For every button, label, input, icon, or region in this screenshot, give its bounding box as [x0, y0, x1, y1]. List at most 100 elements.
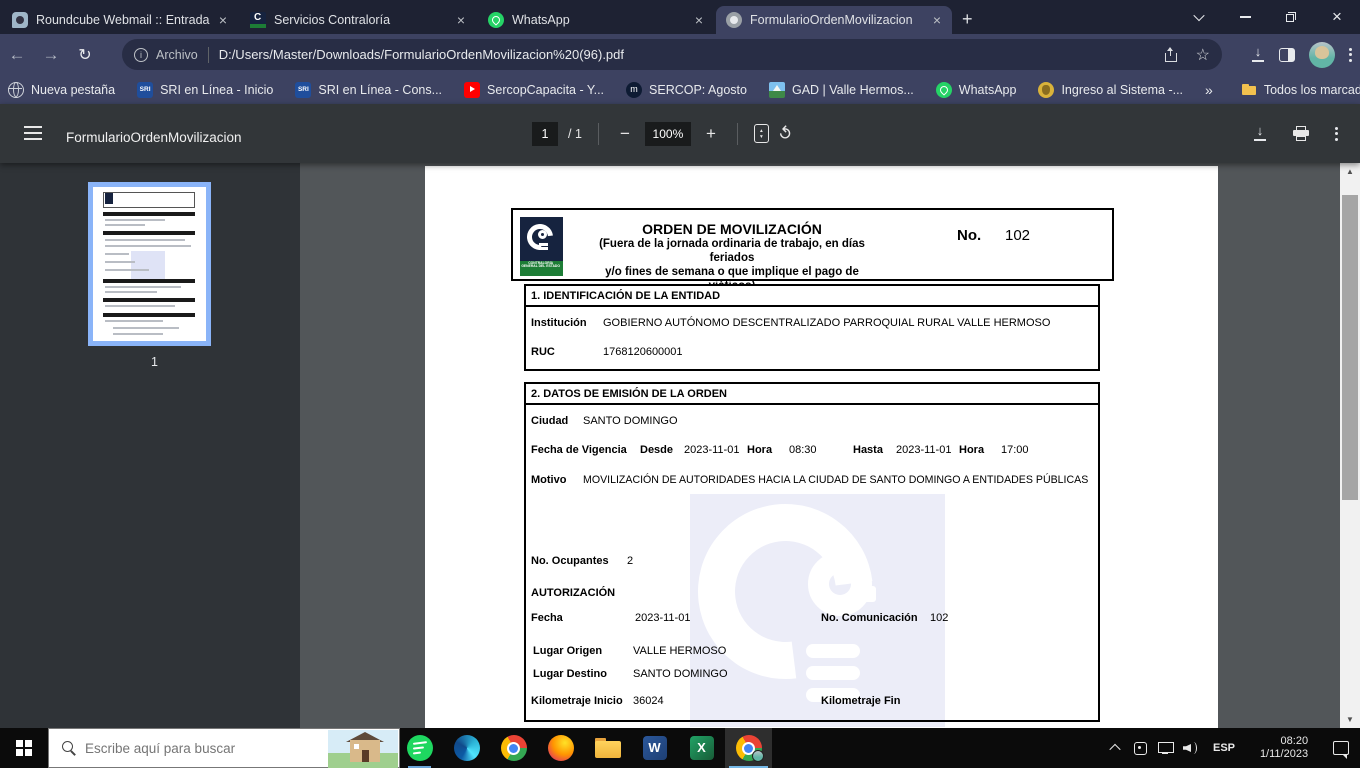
minimize-button[interactable]: [1222, 0, 1268, 34]
taskbar-spotify[interactable]: [396, 728, 443, 768]
tab-contraloria[interactable]: Servicios Contraloría ×: [240, 6, 476, 34]
close-button[interactable]: ×: [1314, 0, 1360, 34]
roundcube-icon: [12, 12, 28, 28]
start-button[interactable]: [0, 728, 48, 768]
firefox-icon: [548, 735, 574, 761]
rotate-icon[interactable]: ↺: [774, 121, 798, 145]
form-title: ORDEN DE MOVILIZACIÓN: [587, 221, 877, 237]
tab-close-icon[interactable]: ×: [216, 12, 230, 28]
all-bookmarks-button[interactable]: Todos los marcadores: [1241, 82, 1360, 98]
taskbar-chrome-active[interactable]: [725, 728, 772, 768]
bookmarks-overflow-icon[interactable]: »: [1205, 82, 1213, 98]
chrome-icon: [501, 735, 527, 761]
clock[interactable]: 08:20 1/11/2023: [1244, 728, 1324, 768]
bookmark-sercopcapacita[interactable]: SercopCapacita - Y...: [464, 82, 604, 98]
search-box-art: [328, 730, 398, 768]
forward-icon[interactable]: →: [34, 45, 68, 65]
tray-show-hidden-icons[interactable]: [1102, 728, 1128, 768]
pdf-toolbar: FormularioOrdenMovilizacion 1 / 1 − 100%…: [0, 104, 1360, 163]
cge-logo: CONTRALORÍA GENERAL DEL ESTADO: [520, 217, 563, 276]
address-bar[interactable]: i Archivo D:/Users/Master/Downloads/Form…: [122, 39, 1222, 70]
divider: [208, 47, 209, 63]
side-panel-icon[interactable]: [1279, 48, 1295, 62]
bookmark-star-icon[interactable]: ☆: [1196, 45, 1210, 65]
tab-close-icon[interactable]: ×: [930, 12, 944, 28]
pdf-viewer: 1 CONTRALORÍA GENERAL DEL ESTADO: [0, 163, 1360, 728]
tab-formulario-active[interactable]: FormularioOrdenMovilizacion ×: [716, 6, 952, 34]
taskbar-word[interactable]: W: [631, 728, 678, 768]
word-icon: W: [643, 736, 667, 760]
km-inicio-value: 36024: [633, 695, 664, 707]
tab-roundcube[interactable]: Roundcube Webmail :: Entrada ×: [2, 6, 238, 34]
km-fin-label: Kilometraje Fin: [821, 695, 900, 707]
taskbar-file-explorer[interactable]: [584, 728, 631, 768]
search-input[interactable]: [85, 741, 285, 756]
url-text[interactable]: D:/Users/Master/Downloads/FormularioOrde…: [219, 47, 1164, 62]
tab-whatsapp[interactable]: WhatsApp ×: [478, 6, 714, 34]
bookmark-sri-consultas[interactable]: SRI SRI en Línea - Cons...: [295, 82, 442, 98]
whatsapp-icon: [488, 12, 504, 28]
volume-icon[interactable]: [1178, 728, 1204, 768]
bookmark-whatsapp[interactable]: WhatsApp: [936, 82, 1017, 98]
sri-icon: SRI: [295, 82, 311, 98]
profile-avatar[interactable]: [1309, 42, 1335, 68]
scrollbar[interactable]: ▲ ▼: [1340, 163, 1360, 728]
back-icon[interactable]: ←: [0, 45, 34, 65]
bookmark-nueva-pestana[interactable]: Nueva pestaña: [8, 82, 115, 98]
tab-search-icon[interactable]: [1176, 0, 1222, 34]
youtube-icon: [464, 82, 480, 98]
zoom-in-icon[interactable]: +: [701, 124, 721, 144]
bookmark-ingreso-sistema[interactable]: Ingreso al Sistema -...: [1038, 82, 1183, 98]
hora1-label: Hora: [747, 444, 772, 456]
tab-close-icon[interactable]: ×: [454, 12, 468, 28]
pdf-download-icon[interactable]: ↓: [1253, 126, 1267, 141]
order-number-value: 102: [1005, 227, 1030, 244]
menu-icon[interactable]: [24, 126, 42, 140]
browser-menu-icon[interactable]: [1349, 48, 1352, 62]
zoom-out-icon[interactable]: −: [615, 124, 635, 144]
comunicacion-label: No. Comunicación: [821, 612, 918, 624]
pdf-menu-icon[interactable]: [1335, 127, 1338, 141]
new-tab-button[interactable]: +: [962, 9, 973, 30]
windows-logo-icon: [16, 740, 32, 756]
ciudad-value: SANTO DOMINGO: [583, 415, 678, 427]
action-center-icon[interactable]: [1326, 728, 1356, 768]
scroll-up-icon[interactable]: ▲: [1340, 163, 1360, 180]
page-number-input[interactable]: 1: [532, 122, 558, 146]
tab-title: Roundcube Webmail :: Entrada: [36, 13, 216, 27]
tray-app-icon[interactable]: [1128, 728, 1152, 768]
taskbar: W X ESP 08:20 1/11/2023: [0, 728, 1360, 768]
taskbar-chrome[interactable]: [490, 728, 537, 768]
bookmark-sri-inicio[interactable]: SRI SRI en Línea - Inicio: [137, 82, 273, 98]
bookmark-gad-valle-hermoso[interactable]: GAD | Valle Hermos...: [769, 82, 914, 98]
restore-button[interactable]: [1268, 0, 1314, 34]
sri-icon: SRI: [137, 82, 153, 98]
motivo-value: MOVILIZACIÓN DE AUTORIDADES HACIA LA CIU…: [583, 474, 1088, 486]
hasta-value: 2023-11-01: [896, 444, 951, 456]
share-icon[interactable]: [1164, 48, 1178, 62]
bookmark-sercop-agosto[interactable]: m SERCOP: Agosto: [626, 82, 747, 98]
tab-close-icon[interactable]: ×: [692, 12, 706, 28]
taskbar-search[interactable]: [48, 728, 400, 768]
scrollbar-thumb[interactable]: [1342, 195, 1358, 500]
print-icon[interactable]: [1293, 126, 1309, 141]
language-indicator[interactable]: ESP: [1206, 728, 1242, 768]
whatsapp-icon: [936, 82, 952, 98]
zoom-level-input[interactable]: 100%: [645, 122, 691, 146]
tab-title: WhatsApp: [512, 13, 692, 27]
network-icon[interactable]: [1152, 728, 1178, 768]
info-icon[interactable]: i: [134, 48, 148, 62]
scroll-down-icon[interactable]: ▼: [1340, 711, 1360, 728]
downloads-icon[interactable]: ↓: [1251, 47, 1265, 62]
comunicacion-value: 102: [930, 612, 948, 624]
fit-page-icon[interactable]: ▴▾: [754, 124, 769, 143]
taskbar-edge[interactable]: [443, 728, 490, 768]
ciudad-label: Ciudad: [531, 415, 568, 427]
reload-icon[interactable]: ↻: [68, 45, 102, 65]
tab-title: Servicios Contraloría: [274, 13, 454, 27]
section2-header: 2. DATOS DE EMISIÓN DE LA ORDEN: [526, 384, 1098, 405]
page-thumbnail[interactable]: [88, 182, 211, 346]
gad-icon: [769, 82, 785, 98]
taskbar-excel[interactable]: X: [678, 728, 725, 768]
taskbar-firefox[interactable]: [537, 728, 584, 768]
